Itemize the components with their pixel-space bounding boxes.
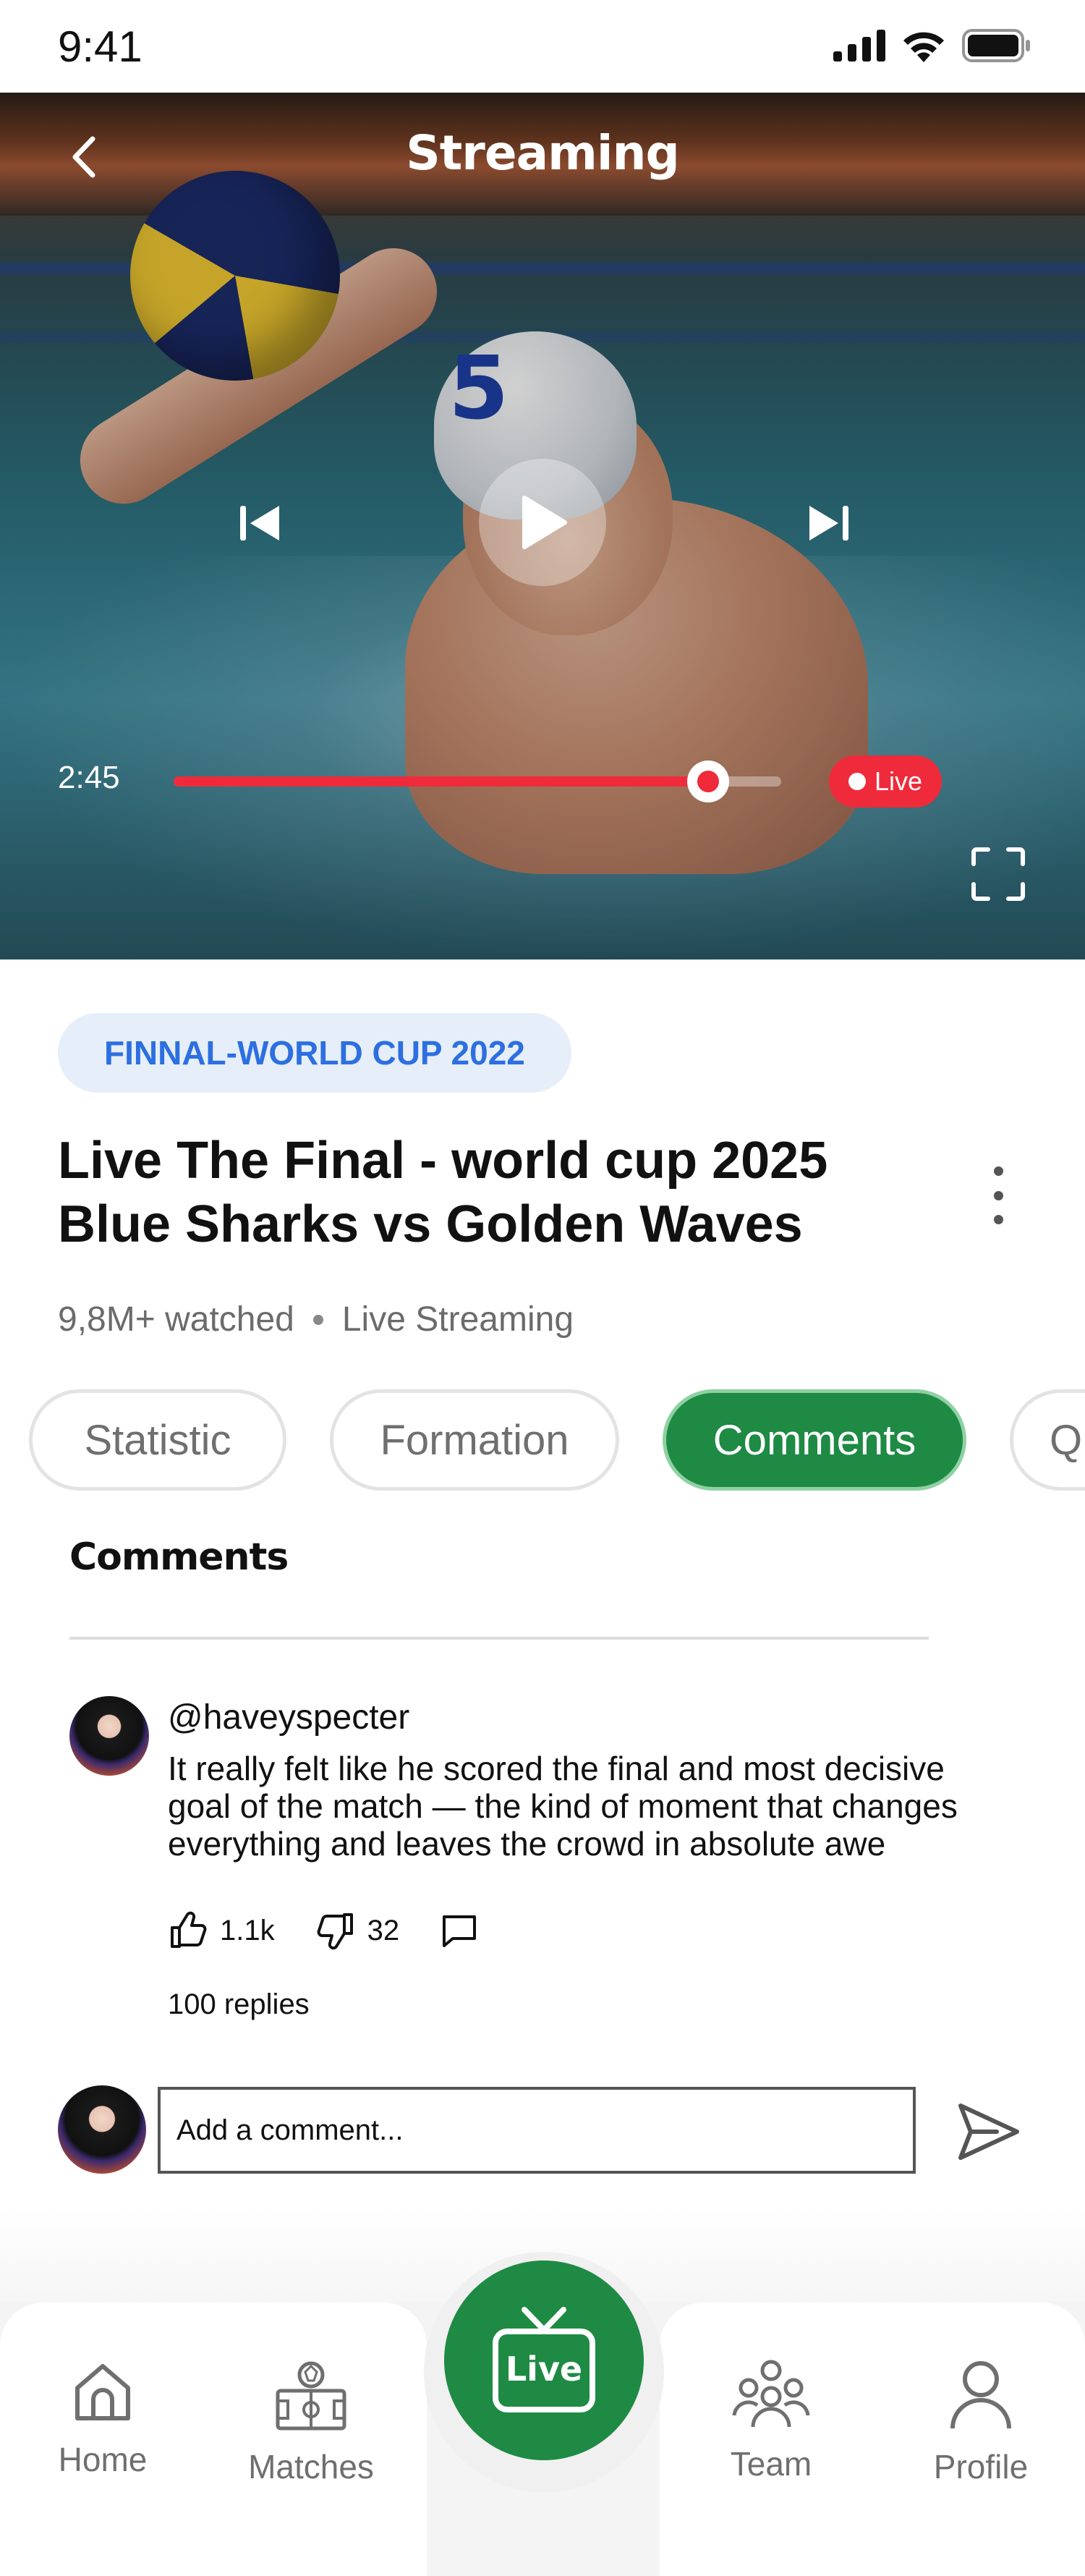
chat-bubble-icon — [443, 1915, 477, 1947]
nav-profile[interactable]: Profile — [901, 2359, 1060, 2486]
comments-heading: Comments — [69, 1535, 289, 1579]
like-count: 1.1k — [220, 1914, 275, 1946]
nav-matches-label: Matches — [248, 2448, 374, 2486]
reply-button[interactable] — [440, 1911, 479, 1950]
watch-count: 9,8M+ watched — [58, 1300, 294, 1339]
nav-team[interactable]: Team — [692, 2359, 851, 2483]
progress-bar[interactable] — [174, 760, 781, 802]
signal-icon — [833, 30, 885, 62]
status-bar: 9:41 — [0, 0, 1085, 93]
battery-icon — [962, 29, 1030, 62]
match-title: Live The Final - world cup 2025 Blue Sha… — [58, 1129, 955, 1256]
tab-q[interactable]: Q — [1010, 1389, 1085, 1491]
divider — [69, 1637, 929, 1640]
like-button[interactable]: 1.1k — [168, 1910, 275, 1951]
live-nav-button[interactable]: Live — [444, 2261, 644, 2460]
status-icons — [833, 29, 1031, 62]
soccer-field-icon — [276, 2361, 346, 2431]
fullscreen-icon — [971, 847, 1025, 901]
video-player[interactable]: 5 Streaming — [0, 93, 1085, 959]
elapsed-time: 2:45 — [58, 760, 120, 795]
more-dot-icon — [993, 1190, 1003, 1200]
match-title-line-2: Blue Sharks vs Golden Waves — [58, 1195, 803, 1253]
comment-username[interactable]: @haveyspecter — [168, 1698, 409, 1737]
more-options-button[interactable] — [984, 1166, 1013, 1224]
team-icon — [732, 2360, 810, 2428]
progress-thumb[interactable] — [687, 760, 730, 802]
skip-previous-icon — [240, 506, 279, 541]
thumbs-up-icon — [171, 1911, 207, 1948]
tab-formation[interactable]: Formation — [330, 1389, 619, 1491]
match-title-line-1: Live The Final - world cup 2025 — [58, 1132, 828, 1190]
live-dot-icon — [848, 773, 866, 790]
avatar — [58, 2085, 146, 2174]
previous-button[interactable] — [231, 494, 289, 552]
tab-bar: Statistic Formation Comments Q — [29, 1389, 1085, 1491]
next-button[interactable] — [799, 494, 857, 552]
comment-text: It really felt like he scored the final … — [168, 1750, 958, 1863]
match-meta: 9,8M+ watched Live Streaming — [58, 1300, 574, 1339]
tab-statistic[interactable]: Statistic — [29, 1389, 286, 1491]
nav-matches[interactable]: Matches — [231, 2359, 391, 2486]
comment-input[interactable] — [158, 2087, 916, 2174]
home-icon — [75, 2364, 130, 2420]
dislike-button[interactable]: 32 — [315, 1910, 400, 1951]
skip-next-icon — [809, 506, 848, 541]
separator-dot — [312, 1314, 323, 1325]
nav-team-label: Team — [730, 2445, 812, 2483]
replies-link[interactable]: 100 replies — [168, 1988, 310, 2021]
progress-fill — [174, 776, 709, 787]
competition-tag: FINNAL-WORLD CUP 2022 — [58, 1013, 571, 1093]
play-icon — [522, 496, 567, 549]
live-nav-label: Live — [506, 2350, 582, 2389]
tv-icon: Live — [493, 2307, 595, 2412]
more-dot-icon — [993, 1166, 1003, 1176]
play-button[interactable] — [479, 459, 606, 586]
send-icon — [958, 2103, 1019, 2160]
dislike-count: 32 — [367, 1914, 400, 1946]
status-time: 9:41 — [58, 22, 142, 71]
fullscreen-button[interactable] — [969, 845, 1027, 903]
tab-comments[interactable]: Comments — [663, 1389, 966, 1491]
wifi-icon — [903, 32, 944, 62]
screen-title: Streaming — [406, 125, 680, 181]
comment-actions: 1.1k 32 — [168, 1910, 479, 1951]
live-badge-label: Live — [874, 766, 923, 796]
live-badge: Live — [829, 755, 942, 808]
nav-home[interactable]: Home — [23, 2359, 182, 2479]
avatar[interactable] — [69, 1696, 149, 1776]
user-icon — [950, 2361, 1011, 2429]
nav-home-label: Home — [58, 2441, 148, 2478]
nav-profile-label: Profile — [933, 2448, 1029, 2486]
thumbs-down-icon — [317, 1913, 353, 1950]
more-dot-icon — [993, 1215, 1003, 1224]
stream-type: Live Streaming — [341, 1300, 574, 1339]
send-button[interactable] — [953, 2097, 1023, 2166]
